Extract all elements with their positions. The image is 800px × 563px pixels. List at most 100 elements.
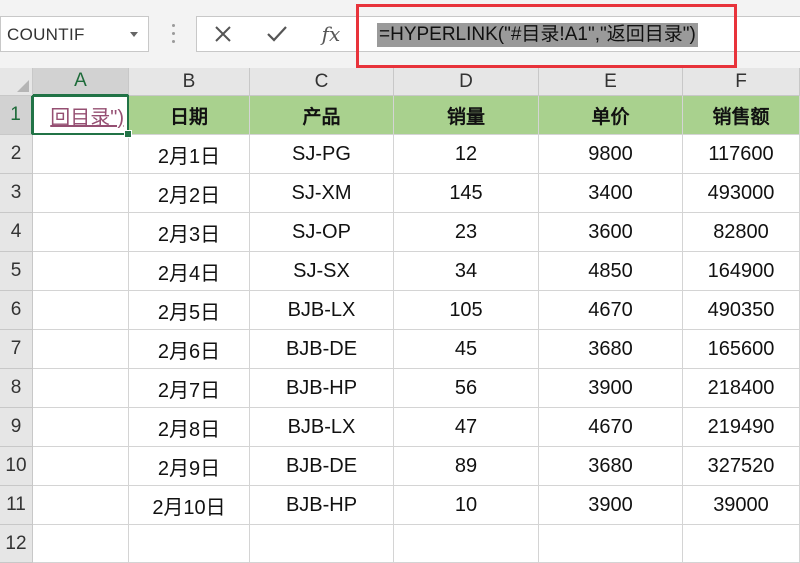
header-cell-product[interactable]: 产品 [250, 96, 394, 135]
data-cell[interactable]: SJ-XM [250, 174, 394, 213]
data-cell[interactable]: 2月9日 [129, 447, 250, 486]
empty-cell[interactable] [33, 252, 129, 291]
data-cell[interactable]: 165600 [683, 330, 800, 369]
row-header-12[interactable]: 12 [0, 525, 33, 563]
data-cell[interactable]: 490350 [683, 291, 800, 330]
row-header-7[interactable]: 7 [0, 330, 33, 369]
header-cell-price[interactable]: 单价 [539, 96, 683, 135]
data-cell[interactable]: BJB-HP [250, 369, 394, 408]
data-cell[interactable]: 4670 [539, 291, 683, 330]
row-header-2[interactable]: 2 [0, 135, 33, 174]
data-cell[interactable]: BJB-DE [250, 330, 394, 369]
data-cell[interactable]: 327520 [683, 447, 800, 486]
data-cell[interactable]: 2月7日 [129, 369, 250, 408]
enter-button[interactable] [257, 17, 297, 51]
data-cell[interactable]: SJ-OP [250, 213, 394, 252]
data-cell[interactable]: 3400 [539, 174, 683, 213]
name-box[interactable]: COUNTIF [0, 16, 149, 52]
data-cell[interactable]: 12 [394, 135, 539, 174]
empty-cell[interactable] [129, 525, 250, 563]
data-cell[interactable]: 105 [394, 291, 539, 330]
data-cell[interactable]: 145 [394, 174, 539, 213]
data-cell[interactable]: 2月1日 [129, 135, 250, 174]
header-cell-date[interactable]: 日期 [129, 96, 250, 135]
row-header-5[interactable]: 5 [0, 252, 33, 291]
data-cell[interactable]: BJB-LX [250, 291, 394, 330]
empty-cell[interactable] [250, 525, 394, 563]
data-cell[interactable]: 9800 [539, 135, 683, 174]
empty-cell[interactable] [33, 525, 129, 563]
data-cell[interactable]: 4850 [539, 252, 683, 291]
data-cell[interactable]: 2月5日 [129, 291, 250, 330]
spreadsheet-grid: A B C D E F 1 2 3 4 5 6 7 8 9 10 11 12 回… [0, 68, 800, 563]
data-cell[interactable]: 56 [394, 369, 539, 408]
data-cell[interactable]: 2月10日 [129, 486, 250, 525]
column-header-e[interactable]: E [539, 68, 683, 96]
cell-a1-hyperlink[interactable]: 回目录") [33, 96, 129, 135]
row-header-1[interactable]: 1 [0, 96, 33, 135]
column-header-a[interactable]: A [33, 68, 129, 96]
checkmark-icon [267, 26, 287, 42]
data-cell[interactable]: 117600 [683, 135, 800, 174]
data-cell[interactable]: 34 [394, 252, 539, 291]
column-header-d[interactable]: D [394, 68, 539, 96]
column-header-c[interactable]: C [250, 68, 394, 96]
data-cell[interactable]: 164900 [683, 252, 800, 291]
empty-cell[interactable] [33, 408, 129, 447]
data-cell[interactable]: SJ-PG [250, 135, 394, 174]
column-header-b[interactable]: B [129, 68, 250, 96]
header-cell-sales[interactable]: 销售额 [683, 96, 800, 135]
row-header-10[interactable]: 10 [0, 447, 33, 486]
empty-cell[interactable] [33, 291, 129, 330]
row-header-3[interactable]: 3 [0, 174, 33, 213]
empty-cell[interactable] [394, 525, 539, 563]
data-cell[interactable]: 219490 [683, 408, 800, 447]
empty-cell[interactable] [33, 330, 129, 369]
data-cell[interactable]: SJ-SX [250, 252, 394, 291]
select-all-button[interactable] [0, 68, 33, 96]
row-header-11[interactable]: 11 [0, 486, 33, 525]
empty-cell[interactable] [33, 213, 129, 252]
empty-cell[interactable] [33, 135, 129, 174]
row-header-9[interactable]: 9 [0, 408, 33, 447]
insert-function-button[interactable]: fx [311, 17, 351, 51]
data-cell[interactable]: 82800 [683, 213, 800, 252]
data-cell[interactable]: 3680 [539, 330, 683, 369]
data-cell[interactable]: 2月3日 [129, 213, 250, 252]
data-cell[interactable]: 3680 [539, 447, 683, 486]
empty-cell[interactable] [683, 525, 800, 563]
drag-handle-icon[interactable] [172, 24, 175, 44]
empty-cell[interactable] [539, 525, 683, 563]
data-cell[interactable]: 23 [394, 213, 539, 252]
data-cell[interactable]: 2月2日 [129, 174, 250, 213]
data-cell[interactable]: BJB-DE [250, 447, 394, 486]
empty-cell[interactable] [33, 174, 129, 213]
data-cell[interactable]: 2月4日 [129, 252, 250, 291]
row-header-6[interactable]: 6 [0, 291, 33, 330]
chevron-down-icon[interactable] [130, 32, 138, 37]
data-cell[interactable]: 3900 [539, 486, 683, 525]
data-cell[interactable]: 3600 [539, 213, 683, 252]
data-cell[interactable]: 493000 [683, 174, 800, 213]
data-cell[interactable]: 3900 [539, 369, 683, 408]
empty-cell[interactable] [33, 447, 129, 486]
data-cell[interactable]: 218400 [683, 369, 800, 408]
header-cell-quantity[interactable]: 销量 [394, 96, 539, 135]
data-cell[interactable]: 2月8日 [129, 408, 250, 447]
empty-cell[interactable] [33, 486, 129, 525]
row-header-8[interactable]: 8 [0, 369, 33, 408]
data-cell[interactable]: 4670 [539, 408, 683, 447]
fill-handle[interactable] [124, 130, 132, 138]
data-cell[interactable]: 39000 [683, 486, 800, 525]
data-cell[interactable]: 45 [394, 330, 539, 369]
data-cell[interactable]: BJB-LX [250, 408, 394, 447]
data-cell[interactable]: BJB-HP [250, 486, 394, 525]
data-cell[interactable]: 47 [394, 408, 539, 447]
empty-cell[interactable] [33, 369, 129, 408]
cancel-button[interactable] [203, 17, 243, 51]
data-cell[interactable]: 89 [394, 447, 539, 486]
column-header-f[interactable]: F [683, 68, 800, 96]
row-header-4[interactable]: 4 [0, 213, 33, 252]
data-cell[interactable]: 10 [394, 486, 539, 525]
data-cell[interactable]: 2月6日 [129, 330, 250, 369]
